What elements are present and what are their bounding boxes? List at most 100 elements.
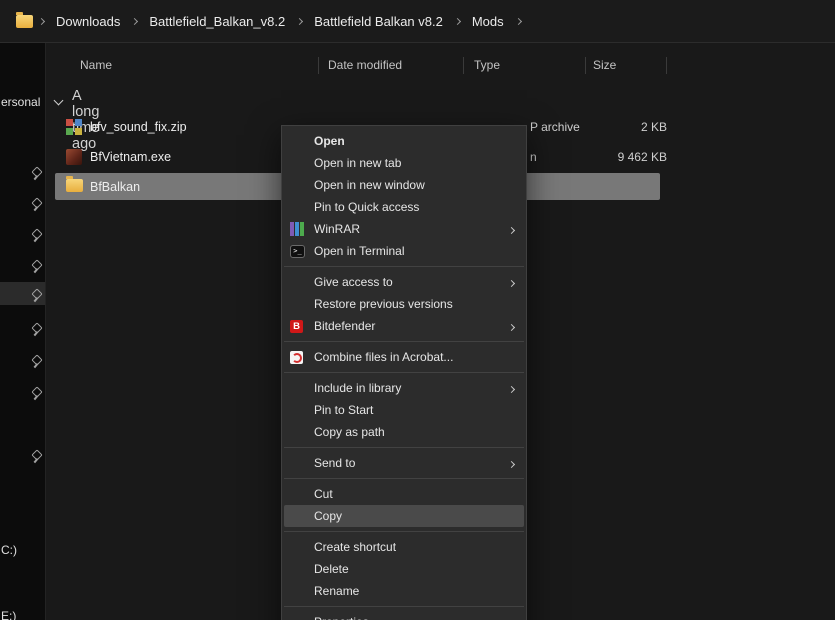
menu-item-label: Create shortcut [314,540,396,554]
zip-file-icon [66,119,82,135]
menu-item-label: Send to [314,456,355,470]
menu-item-label: Rename [314,584,359,598]
submenu-arrow-icon [509,275,514,289]
column-separator[interactable] [666,57,667,74]
column-header-size[interactable]: Size [593,58,616,72]
menu-item-label: Include in library [314,381,401,395]
sidebar-label-personal-clipped[interactable]: ersonal [1,95,40,109]
pin-icon[interactable] [30,323,43,337]
pin-icon[interactable] [30,355,43,369]
chevron-down-icon[interactable] [55,91,62,109]
pin-icon[interactable] [30,229,43,243]
menu-item-label: Open [314,134,345,148]
folder-icon [16,15,33,28]
menu-item-label: Delete [314,562,349,576]
menu-separator [284,478,524,479]
pin-icon[interactable] [30,198,43,212]
menu-item-label: Pin to Start [314,403,373,417]
menu-item-copy[interactable]: Copy [284,505,524,527]
menu-separator [284,447,524,448]
column-header-row: Name Date modified Type Size [46,55,835,77]
menu-item-cut[interactable]: Cut [282,483,526,505]
pin-icon[interactable] [30,450,43,464]
submenu-arrow-icon [509,222,514,236]
pin-icon[interactable] [30,167,43,181]
navigation-pane: ersonal C:) E:) [0,43,46,620]
menu-item-bitdefender[interactable]: B Bitdefender [282,315,526,337]
file-name: bfv_sound_fix.zip [90,120,187,134]
breadcrumb-item-downloads[interactable]: Downloads [50,10,126,33]
column-header-date-modified[interactable]: Date modified [328,58,402,72]
menu-item-label: Open in new window [314,178,425,192]
breadcrumb-item-mods[interactable]: Mods [466,10,510,33]
pin-icon[interactable] [30,387,43,401]
chevron-right-icon [126,19,143,24]
menu-item-label: Bitdefender [314,319,375,333]
exe-file-icon [66,149,82,165]
menu-item-include-in-library[interactable]: Include in library [282,377,526,399]
file-name: BfBalkan [90,180,140,194]
menu-item-send-to[interactable]: Send to [282,452,526,474]
menu-item-label: Properties [314,615,369,620]
file-type-clipped: P archive [530,120,580,134]
terminal-icon: >_ [290,245,314,258]
menu-item-open-in-terminal[interactable]: >_ Open in Terminal [282,240,526,262]
chevron-right-icon [510,19,527,24]
menu-separator [284,266,524,267]
pin-icon[interactable] [30,260,43,274]
chevron-right-icon [449,19,466,24]
folder-icon [66,179,83,192]
column-separator[interactable] [318,57,319,74]
menu-separator [284,606,524,607]
menu-item-pin-to-quick-access[interactable]: Pin to Quick access [282,196,526,218]
menu-item-label: WinRAR [314,222,360,236]
menu-item-restore-previous-versions[interactable]: Restore previous versions [282,293,526,315]
file-type-clipped: n [530,150,537,164]
menu-item-label: Cut [314,487,333,501]
menu-item-label: Open in new tab [314,156,401,170]
breadcrumb-item-battlefield-balkan-v82[interactable]: Battlefield Balkan v8.2 [308,10,449,33]
menu-item-label: Copy as path [314,425,385,439]
pin-icon[interactable] [30,289,43,303]
column-header-name[interactable]: Name [80,58,112,72]
submenu-arrow-icon [509,319,514,333]
menu-item-combine-files-in-acrobat[interactable]: Combine files in Acrobat... [282,346,526,368]
breadcrumb-item-battlefield-balkan-v82-zip[interactable]: Battlefield_Balkan_v8.2 [143,10,291,33]
menu-item-label: Pin to Quick access [314,200,419,214]
menu-item-copy-as-path[interactable]: Copy as path [282,421,526,443]
menu-item-label: Give access to [314,275,393,289]
menu-item-open[interactable]: Open [282,130,526,152]
context-menu: Open Open in new tab Open in new window … [281,125,527,620]
file-size: 2 KB [641,120,667,134]
menu-item-label: Combine files in Acrobat... [314,350,453,364]
sidebar-label-drive-c-clipped[interactable]: C:) [1,543,17,557]
file-name: BfVietnam.exe [90,150,171,164]
menu-item-label: Copy [314,509,342,523]
winrar-icon [290,222,314,236]
column-separator[interactable] [463,57,464,74]
menu-item-open-in-new-window[interactable]: Open in new window [282,174,526,196]
submenu-arrow-icon [509,456,514,470]
column-separator[interactable] [585,57,586,74]
menu-item-give-access-to[interactable]: Give access to [282,271,526,293]
chevron-right-icon [33,19,50,24]
menu-item-delete[interactable]: Delete [282,558,526,580]
submenu-arrow-icon [509,381,514,395]
menu-item-create-shortcut[interactable]: Create shortcut [282,536,526,558]
menu-item-rename[interactable]: Rename [282,580,526,602]
bitdefender-icon: B [290,320,314,333]
menu-separator [284,341,524,342]
chevron-right-icon [291,19,308,24]
file-size: 9 462 KB [618,150,667,164]
menu-item-pin-to-start[interactable]: Pin to Start [282,399,526,421]
acrobat-icon [290,351,314,364]
menu-item-winrar[interactable]: WinRAR [282,218,526,240]
address-bar: Downloads Battlefield_Balkan_v8.2 Battle… [0,0,835,43]
menu-separator [284,531,524,532]
menu-separator [284,372,524,373]
menu-item-open-in-new-tab[interactable]: Open in new tab [282,152,526,174]
menu-item-label: Open in Terminal [314,244,405,258]
menu-item-properties[interactable]: Properties [282,611,526,620]
sidebar-label-drive-e-clipped[interactable]: E:) [1,609,16,620]
column-header-type[interactable]: Type [474,58,500,72]
